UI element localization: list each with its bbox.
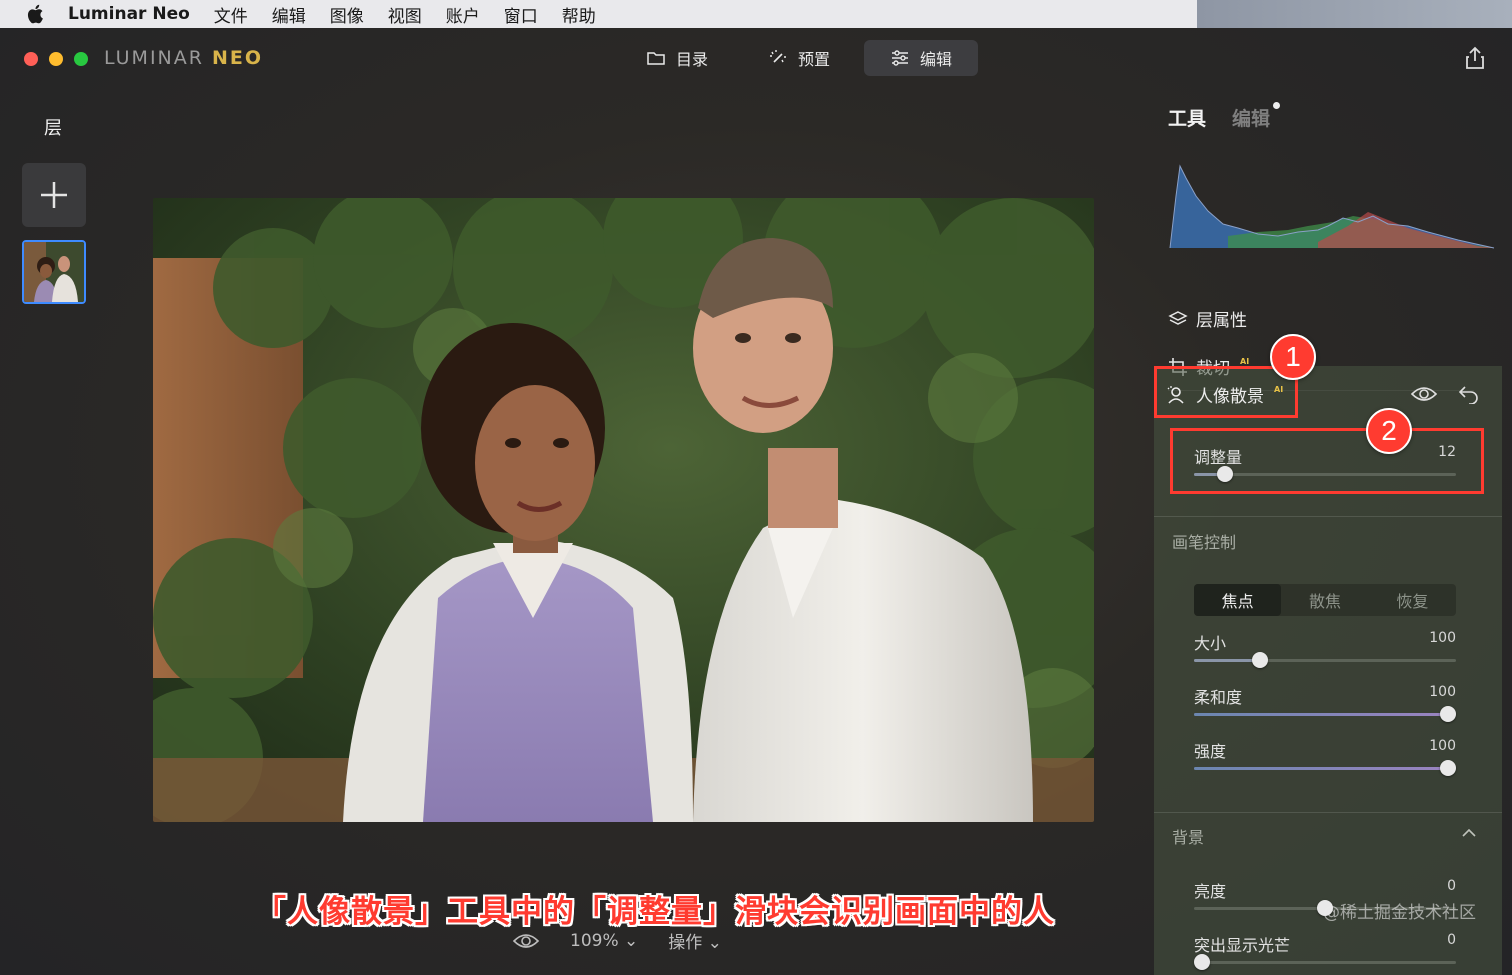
brightness-value: 0: [1447, 878, 1456, 894]
brush-softness-label: 柔和度: [1194, 688, 1243, 707]
brush-strength-slider-handle[interactable]: [1440, 760, 1457, 776]
brush-size-slider-fill: [1194, 659, 1260, 662]
background-section[interactable]: 背景: [1172, 824, 1204, 848]
highlight-glow-label: 突出显示光芒: [1194, 936, 1291, 955]
minimize-window-button[interactable]: [49, 52, 63, 66]
app-menu[interactable]: Luminar Neo: [68, 4, 190, 24]
add-layer-button[interactable]: [22, 163, 86, 227]
brush-strength-value: 100: [1429, 738, 1456, 754]
menu-bar: Luminar Neo 文件 编辑 图像 视图 账户 窗口 帮助: [0, 0, 1512, 28]
annotation-badge-1: 1: [1270, 334, 1316, 380]
tab-edit-label: 编辑: [920, 50, 953, 69]
right-panel-tabs: 工具 编辑: [1168, 102, 1281, 131]
brush-control-section[interactable]: 画笔控制: [1172, 529, 1236, 553]
photo-canvas[interactable]: [153, 198, 1094, 822]
sliders-icon: [892, 50, 909, 66]
tab-presets-label: 预置: [798, 50, 831, 69]
divider: [1154, 516, 1502, 517]
tab-edit[interactable]: 编辑: [864, 40, 979, 76]
crop-ai-badge: AI: [1240, 357, 1250, 366]
layer-thumbnail[interactable]: [22, 240, 86, 304]
menu-view[interactable]: 视图: [388, 2, 422, 27]
plus-icon: [41, 182, 67, 208]
tab-edits-label: 编辑: [1232, 108, 1271, 130]
brightness-label: 亮度: [1194, 882, 1227, 901]
tab-catalog-label: 目录: [676, 50, 709, 69]
zoom-value: 109%: [570, 930, 619, 951]
visibility-eye-icon[interactable]: [1410, 385, 1438, 403]
menu-help[interactable]: 帮助: [562, 2, 596, 27]
brush-strength-slider[interactable]: [1194, 760, 1457, 776]
zoom-dropdown[interactable]: 109% ⌄: [570, 931, 638, 951]
app-window: LUMINAR NEO 目录 预置 编辑 层 「人像散景」工具中的「调整量」滑块…: [0, 28, 1512, 975]
brush-size-slider-handle[interactable]: [1251, 652, 1268, 668]
watermark: @稀土掘金技术社区: [1323, 903, 1476, 923]
menu-edit[interactable]: 编辑: [272, 2, 306, 27]
chevron-down-icon: ⌄: [624, 930, 639, 951]
canvas-bottom-bar: 109% ⌄ 操作 ⌄: [512, 928, 722, 953]
annotation-badge-2: 2: [1366, 408, 1412, 454]
layers-icon: [1168, 310, 1188, 325]
chevron-up-icon[interactable]: [1462, 828, 1476, 838]
actions-label: 操作: [668, 933, 703, 953]
folder-icon: [647, 52, 665, 65]
undo-icon[interactable]: [1458, 384, 1480, 404]
brush-softness-slider[interactable]: [1194, 706, 1457, 722]
tab-catalog[interactable]: 目录: [620, 40, 734, 76]
brush-mode-defocus[interactable]: 散焦: [1281, 584, 1368, 616]
divider: [1154, 812, 1502, 813]
brush-softness-value: 100: [1429, 684, 1456, 700]
magic-wand-icon: [770, 50, 787, 63]
tutorial-caption: 「人像散景」工具中的「调整量」滑块会识别画面中的人: [255, 894, 1055, 930]
highlight-glow-slider-handle[interactable]: [1193, 954, 1210, 970]
layer-thumbnail-image: [24, 242, 84, 302]
brush-softness-slider-handle[interactable]: [1440, 706, 1457, 722]
close-window-button[interactable]: [24, 52, 38, 66]
highlight-box-amount: [1170, 428, 1484, 494]
layer-properties-tool[interactable]: 层属性: [1168, 306, 1247, 331]
brush-size-slider[interactable]: [1194, 652, 1456, 668]
layers-title: 层: [44, 118, 62, 139]
edits-indicator-dot: [1273, 102, 1281, 109]
eye-icon[interactable]: [512, 932, 540, 950]
menubar-status-area: [1197, 0, 1512, 28]
app-logo: LUMINAR NEO: [104, 47, 264, 69]
portrait-photo: [153, 198, 1094, 822]
brush-softness-slider-fill: [1194, 713, 1449, 716]
zoom-window-button[interactable]: [74, 52, 88, 66]
chevron-down-icon: ⌄: [707, 933, 722, 953]
actions-dropdown[interactable]: 操作 ⌄: [668, 928, 722, 953]
brush-mode-restore[interactable]: 恢复: [1369, 584, 1456, 616]
top-navigation: 目录 预置 编辑: [620, 40, 979, 76]
layer-properties-label: 层属性: [1196, 311, 1247, 331]
right-panel: 工具 编辑 层属性 裁切 AI 人像散景 AI: [1150, 88, 1512, 975]
brush-mode-segmented-control: 焦点 散焦 恢复: [1194, 584, 1456, 616]
brush-size-label: 大小: [1194, 634, 1227, 653]
brush-size-value: 100: [1429, 630, 1456, 646]
share-icon[interactable]: [1464, 46, 1486, 70]
menu-account[interactable]: 账户: [446, 2, 480, 27]
brush-mode-focus[interactable]: 焦点: [1194, 584, 1282, 616]
tab-presets[interactable]: 预置: [742, 40, 856, 76]
title-bar: LUMINAR NEO 目录 预置 编辑: [0, 28, 1512, 88]
menu-file[interactable]: 文件: [214, 2, 248, 27]
menu-window[interactable]: 窗口: [504, 2, 538, 27]
tab-tools[interactable]: 工具: [1168, 104, 1206, 131]
brush-strength-label: 强度: [1194, 742, 1227, 761]
tab-edits[interactable]: 编辑: [1232, 102, 1281, 131]
apple-icon[interactable]: [24, 2, 48, 26]
highlight-glow-slider[interactable]: [1193, 954, 1456, 970]
highlight-glow-value: 0: [1447, 932, 1456, 948]
histogram: [1169, 164, 1495, 249]
menu-image[interactable]: 图像: [330, 2, 364, 27]
brush-strength-slider-fill: [1194, 767, 1449, 770]
